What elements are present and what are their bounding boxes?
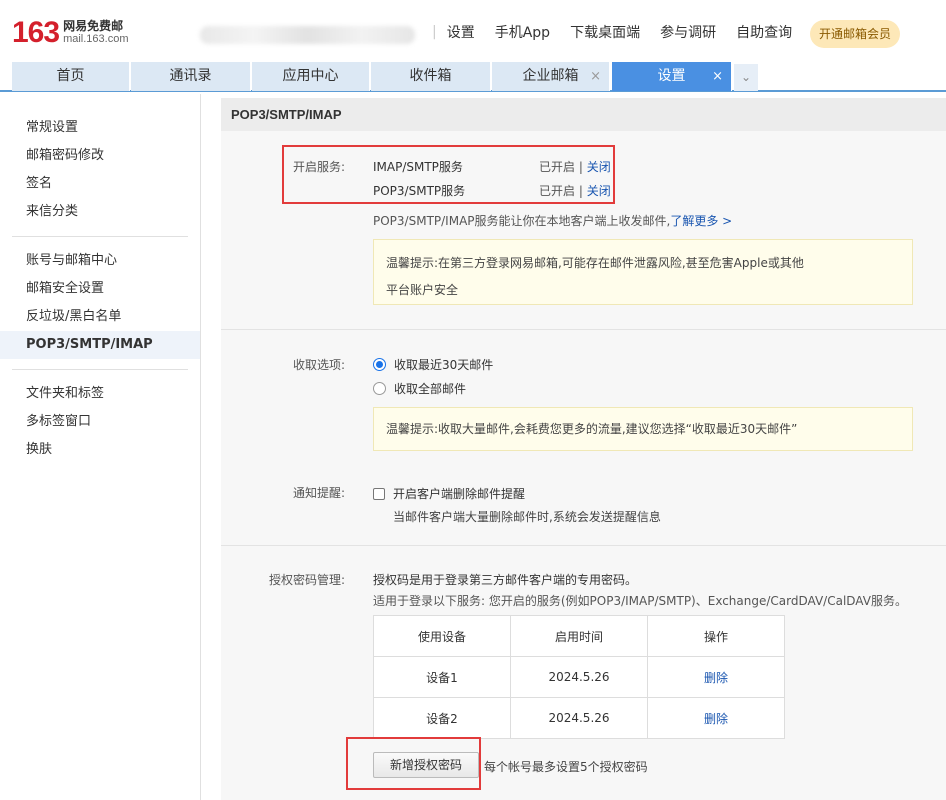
sidebar-item-skin[interactable]: 换肤: [0, 436, 200, 464]
device-cell: 设备2: [373, 697, 511, 739]
app-header: 163 网易免费邮 mail.163.com | 设置 手机App 下载桌面端 …: [0, 0, 946, 62]
notify-sub-text: 当邮件客户端大量删除邮件时,系统会发送提醒信息: [393, 510, 661, 524]
radio-selected-icon[interactable]: [373, 358, 386, 371]
tab-bar: 首页 通讯录 应用中心 收件箱 企业邮箱 × 设置 × ⌄: [0, 62, 946, 92]
imap-service-status: 已开启 | 关闭: [539, 160, 611, 174]
section-divider: [221, 329, 946, 330]
column-header: 使用设备: [373, 615, 511, 657]
tab-home[interactable]: 首页: [12, 62, 130, 91]
section-divider: [221, 545, 946, 546]
tab-inbox[interactable]: 收件箱: [371, 62, 491, 91]
tab-app-center[interactable]: 应用中心: [252, 62, 370, 91]
notify-label: 通知提醒:: [292, 486, 345, 500]
logo-domain-text: mail.163.com: [63, 33, 129, 45]
auth-limit-note: 每个帐号最多设置5个授权密码: [484, 760, 648, 774]
auth-desc: 授权码是用于登录第三方邮件客户端的专用密码。: [373, 573, 638, 587]
sidebar-item-pop3-smtp-imap[interactable]: POP3/SMTP/IMAP: [0, 331, 200, 359]
top-links: | 设置 手机App 下载桌面端 参与调研 自助查询: [432, 22, 793, 42]
pop3-service-status: 已开启 | 关闭: [539, 184, 611, 198]
checkbox-icon[interactable]: [373, 487, 385, 500]
receive-30-days-option[interactable]: 收取最近30天邮件: [373, 356, 493, 373]
receive-options-label: 收取选项:: [292, 358, 345, 372]
close-icon[interactable]: ×: [590, 62, 601, 91]
table-row: 设备1 2024.5.26 删除: [373, 656, 785, 698]
delete-link[interactable]: 删除: [704, 671, 728, 685]
vip-button[interactable]: 开通邮箱会员: [810, 20, 900, 48]
security-tip: 温馨提示:在第三方登录网易邮箱,可能存在邮件泄露风险,甚至危害Apple或其他 …: [373, 239, 913, 305]
page-title: POP3/SMTP/IMAP: [221, 98, 946, 131]
column-header: 启用时间: [510, 615, 648, 657]
download-desktop-link[interactable]: 下载桌面端: [570, 22, 640, 42]
date-cell: 2024.5.26: [510, 697, 648, 739]
table-row: 设备2 2024.5.26 删除: [373, 697, 785, 739]
services-description: POP3/SMTP/IMAP服务能让你在本地客户端上收发邮件,了解更多 >: [373, 214, 733, 228]
learn-more-link[interactable]: 了解更多 >: [670, 214, 732, 228]
imap-close-link[interactable]: 关闭: [587, 160, 611, 174]
settings-sidebar: 常规设置 邮箱密码修改 签名 来信分类 账号与邮箱中心 邮箱安全设置 反垃圾/黑…: [0, 94, 201, 800]
settings-main: POP3/SMTP/IMAP 开启服务: IMAP/SMTP服务 已开启 | 关…: [221, 98, 946, 800]
delete-link[interactable]: 删除: [704, 712, 728, 726]
auth-services-desc: 适用于登录以下服务: 您开启的服务(例如POP3/IMAP/SMTP)、Exch…: [373, 594, 907, 608]
column-header: 操作: [647, 615, 785, 657]
sidebar-item-antispam[interactable]: 反垃圾/黑白名单: [0, 303, 200, 331]
tab-settings[interactable]: 设置 ×: [612, 62, 732, 91]
table-header-row: 使用设备 启用时间 操作: [373, 615, 785, 657]
chevron-down-icon[interactable]: ⌄: [734, 64, 758, 91]
tab-contacts[interactable]: 通讯录: [131, 62, 251, 91]
sidebar-item-multi-tab[interactable]: 多标签窗口: [0, 408, 200, 436]
mobile-app-link[interactable]: 手机App: [495, 22, 550, 42]
services-label: 开启服务:: [292, 160, 345, 174]
receive-tip: 温馨提示:收取大量邮件,会耗费您更多的流量,建议您选择“收取最近30天邮件”: [373, 407, 913, 451]
sidebar-item-account-center[interactable]: 账号与邮箱中心: [0, 247, 200, 275]
delete-reminder-checkbox[interactable]: 开启客户端删除邮件提醒: [373, 485, 525, 502]
auth-label: 授权密码管理:: [268, 573, 345, 587]
blurred-account-info: [200, 26, 415, 44]
imap-service-name: IMAP/SMTP服务: [373, 160, 463, 174]
pop3-close-link[interactable]: 关闭: [587, 184, 611, 198]
pop3-service-name: POP3/SMTP服务: [373, 184, 466, 198]
tab-enterprise-mail[interactable]: 企业邮箱 ×: [492, 62, 610, 91]
sidebar-item-folders-labels[interactable]: 文件夹和标签: [0, 380, 200, 408]
auth-table: 使用设备 启用时间 操作 设备1 2024.5.26 删除 设备2 2024.5…: [373, 615, 785, 739]
survey-link[interactable]: 参与调研: [660, 22, 716, 42]
sidebar-divider: [12, 369, 188, 370]
self-service-link[interactable]: 自助查询: [736, 22, 792, 42]
logo[interactable]: 163 网易免费邮 mail.163.com: [12, 18, 128, 48]
device-cell: 设备1: [373, 656, 511, 698]
close-icon[interactable]: ×: [712, 62, 723, 91]
sidebar-item-mail-filter[interactable]: 来信分类: [0, 198, 200, 226]
add-auth-password-button[interactable]: 新增授权密码: [373, 752, 479, 778]
settings-link[interactable]: 设置: [447, 22, 475, 42]
sidebar-item-password[interactable]: 邮箱密码修改: [0, 142, 200, 170]
sidebar-item-signature[interactable]: 签名: [0, 170, 200, 198]
sidebar-item-general[interactable]: 常规设置: [0, 114, 200, 142]
logo-number: 163: [12, 16, 60, 49]
date-cell: 2024.5.26: [510, 656, 648, 698]
sidebar-divider: [12, 236, 188, 237]
receive-all-option[interactable]: 收取全部邮件: [373, 380, 466, 397]
logo-cn-text: 网易免费邮: [63, 19, 124, 33]
radio-icon[interactable]: [373, 382, 386, 395]
sidebar-item-security[interactable]: 邮箱安全设置: [0, 275, 200, 303]
